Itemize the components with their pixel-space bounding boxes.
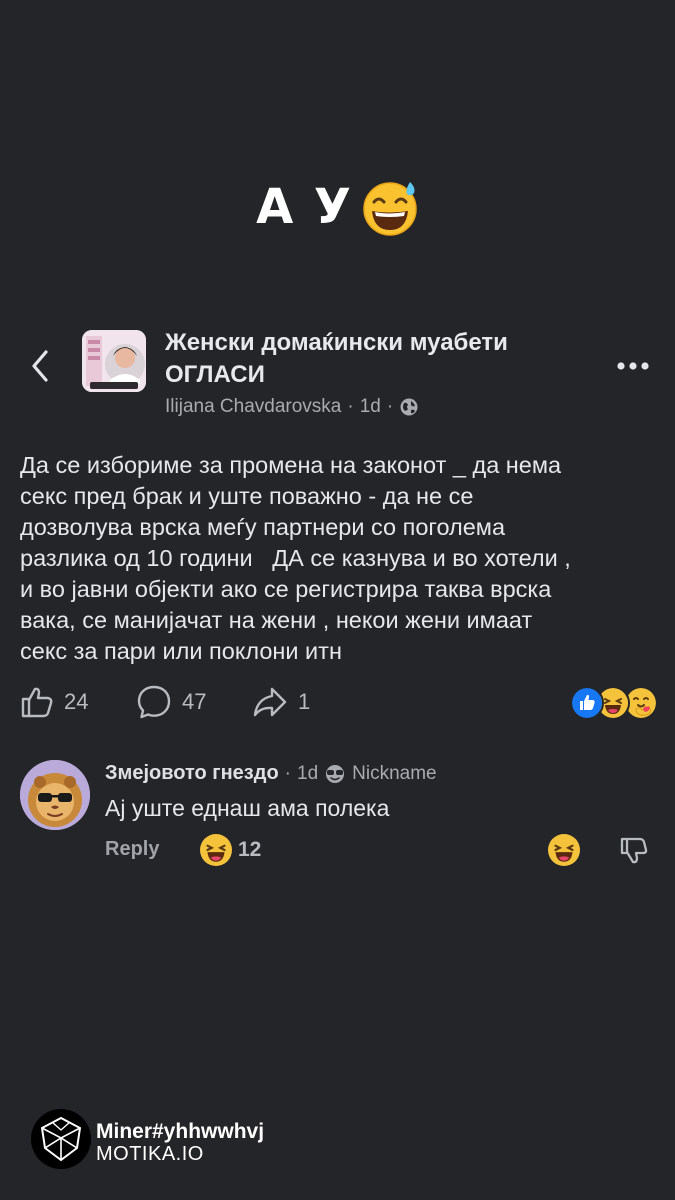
meta-separator: · [347, 396, 354, 417]
watermark-site: MOTIKA.IO [96, 1143, 204, 1165]
caption-text: А У [256, 179, 353, 235]
comment-separator: · [284, 762, 291, 784]
share-button[interactable]: 1 [252, 684, 310, 720]
back-button[interactable] [22, 346, 58, 386]
comment-reaction-count[interactable]: 12 [200, 834, 261, 866]
more-options-button[interactable] [612, 352, 654, 380]
comment-button[interactable]: 47 [136, 684, 206, 720]
comment-header: Змејовото гнездо · 1d Nickname [105, 762, 437, 785]
react-button[interactable] [548, 834, 580, 866]
story-caption: А У [0, 178, 675, 236]
share-arrow-icon [253, 687, 287, 717]
haha-emoji-icon [548, 834, 580, 866]
motika-logo-icon [30, 1108, 92, 1170]
watermark-miner-id: Miner#yhhwwhvj [96, 1120, 265, 1143]
like-reaction-icon [570, 686, 604, 720]
reply-button[interactable]: Reply [105, 838, 159, 861]
nickname-badge: Nickname [352, 762, 437, 784]
like-button[interactable]: 24 [20, 684, 88, 720]
comment-text: Ај уште еднаш ама полека [105, 795, 390, 821]
sunglasses-icon [326, 764, 345, 783]
more-dots-icon [617, 362, 649, 370]
share-count: 1 [298, 689, 311, 714]
reaction-summary[interactable] [570, 686, 660, 720]
post-time[interactable]: 1d [360, 396, 381, 418]
group-name-link[interactable]: Женски домаќински муабети ОГЛАСИ [165, 327, 585, 391]
commenter-avatar[interactable] [20, 760, 90, 830]
comment-author[interactable]: Змејовото гнездо [105, 762, 279, 785]
comment-reaction-number: 12 [238, 838, 262, 861]
comment-bubble-icon [137, 685, 171, 719]
comment-count: 47 [182, 689, 207, 714]
comment-time: 1d [297, 762, 319, 784]
meta-separator-2: · [386, 396, 394, 417]
group-avatar[interactable] [82, 330, 146, 392]
dislike-button[interactable] [618, 835, 650, 867]
post-text: Да се избориме за промена на законот _ д… [20, 452, 571, 664]
like-count: 24 [64, 689, 89, 714]
thumbs-up-icon [21, 687, 53, 718]
grinning-sweat-emoji-icon [361, 178, 419, 236]
globe-icon [400, 398, 418, 416]
post-meta: Ilijana Chavdarovska · 1d · [165, 396, 419, 418]
post-author[interactable]: Ilijana Chavdarovska [165, 396, 341, 418]
thumbs-down-icon [620, 837, 648, 864]
chevron-left-icon [32, 350, 48, 382]
haha-reaction-icon [200, 834, 232, 866]
